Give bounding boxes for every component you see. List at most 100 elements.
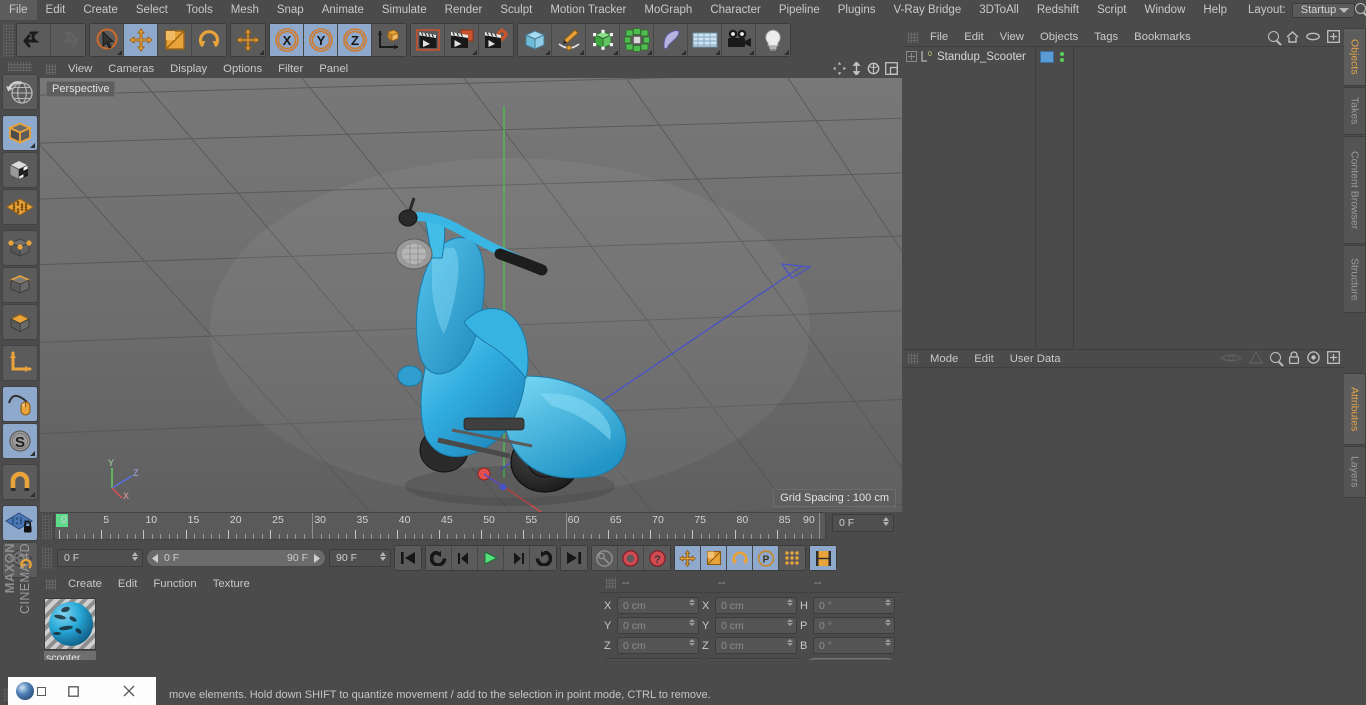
menu-item-help[interactable]: Help (1194, 0, 1236, 20)
param-key-button[interactable] (779, 546, 805, 570)
next-frame-button[interactable] (504, 546, 530, 570)
stepper-icon[interactable] (787, 639, 793, 646)
add-layer-icon[interactable] (1327, 30, 1340, 43)
add-deformer-button[interactable] (620, 24, 654, 56)
prev-frame-button[interactable] (452, 546, 478, 570)
material-menu-function[interactable]: Function (145, 574, 204, 594)
polygons-mode-button[interactable] (2, 304, 38, 340)
menu-item-select[interactable]: Select (127, 0, 177, 20)
stepper-icon[interactable] (689, 599, 695, 606)
menu-item-character[interactable]: Character (701, 0, 770, 20)
eye-icon[interactable] (1220, 352, 1242, 364)
add-bend-button[interactable] (654, 24, 688, 56)
material-menu-texture[interactable]: Texture (205, 574, 258, 594)
left-toolbar-grip[interactable] (8, 62, 32, 71)
position-x-field[interactable]: 0 cm (617, 597, 699, 614)
points-mode-button[interactable] (2, 230, 38, 266)
objects-menu-edit[interactable]: Edit (956, 28, 991, 46)
stepper-icon[interactable] (885, 619, 891, 626)
tab-layers[interactable]: Layers (1344, 446, 1366, 498)
viewport-menu-filter[interactable]: Filter (270, 60, 311, 78)
position-y-field[interactable]: 0 cm (617, 617, 699, 634)
viewport-menu-panel[interactable]: Panel (311, 60, 356, 78)
menu-item-script[interactable]: Script (1088, 0, 1135, 20)
pla-key-button[interactable]: P (753, 546, 779, 570)
size-x-field[interactable]: 0 cm (715, 597, 797, 614)
stepper-icon[interactable] (689, 619, 695, 626)
menu-item-create[interactable]: Create (74, 0, 127, 20)
restore-icon[interactable] (37, 686, 46, 696)
start-frame-field[interactable]: 0 F (57, 549, 143, 567)
position-z-field[interactable]: 0 cm (617, 637, 699, 654)
menubar-search-button[interactable] (1355, 3, 1366, 17)
stepper-icon[interactable] (689, 639, 695, 646)
toolbar-grip[interactable] (3, 23, 14, 57)
prev-keyframe-button[interactable] (426, 546, 452, 570)
target-icon[interactable] (1307, 351, 1320, 364)
snap-button[interactable]: S (2, 423, 38, 459)
attributes-menu-mode[interactable]: Mode (922, 350, 966, 368)
material-menu-create[interactable]: Create (60, 574, 110, 594)
rotate-tool-button[interactable] (192, 24, 226, 56)
attributes-content[interactable] (902, 367, 1344, 657)
frame-range-slider[interactable]: 0 F 90 F (146, 549, 326, 567)
animation-mode-button[interactable] (810, 546, 836, 570)
menu-item-window[interactable]: Window (1135, 0, 1194, 20)
material-item[interactable]: scooter_ (44, 598, 96, 665)
search-icon[interactable] (1268, 31, 1279, 42)
material-grip[interactable] (46, 578, 56, 590)
play-button[interactable] (478, 546, 504, 570)
rotation-key-button[interactable] (727, 546, 753, 570)
visibility-dots[interactable] (1060, 51, 1064, 62)
add-generator-button[interactable] (586, 24, 620, 56)
stepper-icon[interactable] (380, 552, 386, 561)
viewport-3d[interactable]: Y Z X Perspective Grid Spacing : 100 cm (40, 78, 902, 512)
add-cube-button[interactable] (518, 24, 552, 56)
menu-item-edit[interactable]: Edit (37, 0, 75, 20)
timeline-ruler[interactable]: 0 5 10 15 20 25 30 35 40 45 50 55 60 65 70 75 80 85 90 (54, 512, 826, 540)
home-icon[interactable] (1286, 30, 1299, 43)
edges-mode-button[interactable] (2, 267, 38, 303)
x-axis-button[interactable]: X (270, 24, 304, 56)
coordinate-system-button[interactable] (372, 24, 406, 56)
stepper-icon[interactable] (787, 619, 793, 626)
coordinates-grip[interactable] (606, 577, 616, 589)
viewport-solo-button[interactable] (2, 386, 38, 422)
go-to-end-button[interactable] (561, 546, 587, 570)
viewport-grip[interactable] (46, 63, 56, 75)
scale-key-button[interactable] (701, 546, 727, 570)
viewport-menu-view[interactable]: View (60, 60, 100, 78)
menu-item-tools[interactable]: Tools (177, 0, 222, 20)
ellipse-icon[interactable] (1306, 32, 1320, 41)
keyframe-selection-button[interactable]: ? (644, 546, 670, 570)
add-icon[interactable] (1327, 351, 1340, 364)
objects-menu-objects[interactable]: Objects (1032, 28, 1086, 46)
maximize-button[interactable] (46, 685, 101, 697)
objects-menu-file[interactable]: File (922, 28, 956, 46)
menu-item-redshift[interactable]: Redshift (1028, 0, 1088, 20)
menu-item-pipeline[interactable]: Pipeline (770, 0, 829, 20)
tab-attributes[interactable]: Attributes (1344, 373, 1366, 445)
timeline-controls-grip[interactable] (42, 547, 52, 569)
record-button[interactable] (618, 546, 644, 570)
live-selection-button[interactable] (90, 24, 124, 56)
end-frame-field[interactable]: 90 F (329, 549, 391, 567)
model-mode-button[interactable] (2, 115, 38, 151)
objects-menu-bookmarks[interactable]: Bookmarks (1126, 28, 1199, 46)
tab-structure[interactable]: Structure (1344, 245, 1366, 313)
move-axis-button[interactable] (231, 24, 265, 56)
menu-item-mograph[interactable]: MoGraph (635, 0, 701, 20)
stepper-icon[interactable] (885, 599, 891, 606)
objects-menu-tags[interactable]: Tags (1086, 28, 1126, 46)
position-key-button[interactable] (675, 546, 701, 570)
menu-item-render[interactable]: Render (436, 0, 492, 20)
objects-grip[interactable] (908, 31, 918, 43)
objects-tree[interactable]: 0 Standup_Scooter (902, 46, 1344, 350)
range-right-arrow-icon[interactable] (312, 553, 321, 563)
range-left-arrow-icon[interactable] (151, 553, 160, 563)
z-axis-button[interactable]: Z (338, 24, 372, 56)
menu-item-sculpt[interactable]: Sculpt (491, 0, 541, 20)
y-axis-button[interactable]: Y (304, 24, 338, 56)
viewport-menu-display[interactable]: Display (162, 60, 215, 78)
autokey-button[interactable] (592, 546, 618, 570)
